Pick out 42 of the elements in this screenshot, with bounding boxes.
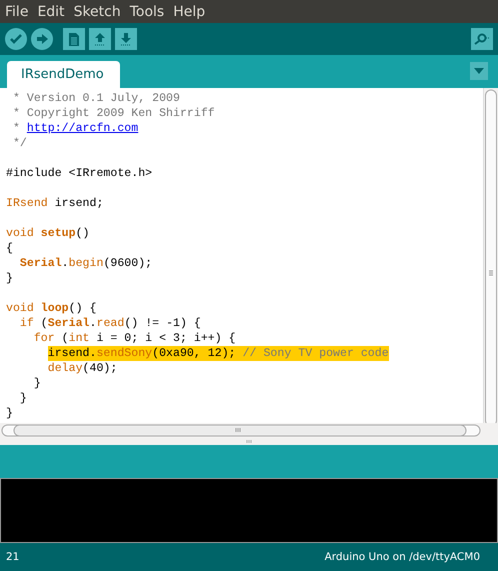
tab-menu-button[interactable] [470, 62, 488, 80]
code-line: */ [12, 136, 27, 151]
horizontal-scrollbar[interactable] [0, 423, 498, 438]
menu-item[interactable]: Sketch [74, 4, 121, 20]
vertical-scrollbar[interactable] [483, 88, 498, 423]
code-line: } [6, 271, 13, 286]
code-line: IRsend irsend; [6, 196, 104, 211]
code-line: if (Serial.read() != -1) { [20, 316, 201, 331]
caret-icon [474, 68, 484, 74]
arrow-right-icon [36, 34, 48, 44]
serial-monitor-button[interactable] [471, 28, 493, 50]
code-line: for (int i = 0; i < 3; i++) { [34, 331, 236, 346]
upload-arrow-icon [94, 32, 106, 46]
code-line: void loop() { [6, 301, 96, 316]
magnifier-icon [474, 33, 490, 45]
save-button[interactable] [115, 28, 137, 50]
code-line: Serial.begin(9600); [20, 256, 152, 271]
menu-item[interactable]: Help [173, 4, 206, 20]
document-icon [68, 32, 80, 46]
code-line: delay(40); [48, 361, 118, 376]
code-line: #include <IRremote.h> [6, 166, 152, 181]
open-button[interactable] [89, 28, 111, 50]
code-line: } [20, 391, 27, 406]
code-line: } [34, 376, 41, 391]
code-line: * Copyright 2009 Ken Shirriff [12, 106, 215, 121]
new-button[interactable] [63, 28, 85, 50]
tab[interactable]: IRsendDemo [7, 61, 120, 88]
splitter-handle[interactable] [0, 438, 498, 445]
code-line: { [6, 241, 13, 256]
verify-button[interactable] [5, 28, 27, 50]
board-port-label: Arduino Uno on /dev/ttyACM0 [324, 551, 480, 563]
code-line: * http://arcfn.com [12, 121, 138, 136]
menu-item[interactable]: File [5, 4, 28, 20]
upload-button[interactable] [31, 28, 53, 50]
menu-item[interactable]: Tools [130, 4, 164, 20]
code-line: } [6, 406, 13, 421]
check-icon [10, 34, 22, 44]
code-line: * Version 0.1 July, 2009 [12, 91, 180, 106]
code-line: void setup() [6, 226, 90, 241]
line-number: 21 [6, 551, 20, 563]
download-arrow-icon [120, 32, 132, 46]
menu-item[interactable]: Edit [37, 4, 65, 20]
